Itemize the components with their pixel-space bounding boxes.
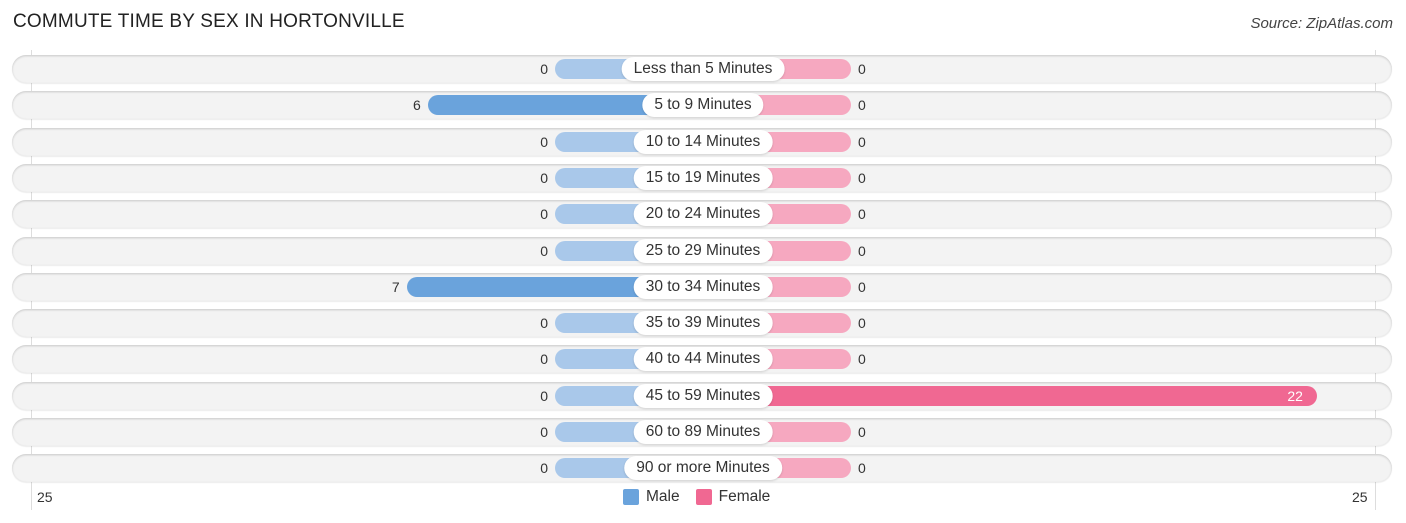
value-label-female: 0 (858, 278, 866, 295)
category-label: 5 to 9 Minutes (642, 93, 764, 118)
category-label: 40 to 44 Minutes (633, 347, 773, 372)
value-label-male: 6 (413, 97, 421, 114)
chart-area: Less than 5 Minutes 0 0 5 to 9 Minutes 6 0 10 … (0, 0, 1406, 523)
legend-label-female: Female (718, 488, 771, 505)
legend-item-male: Male (623, 488, 680, 506)
value-label-male: 0 (540, 387, 548, 404)
value-label-male: 0 (540, 315, 548, 332)
value-label-female: 0 (858, 206, 866, 223)
value-label-female: 0 (858, 242, 866, 259)
category-label: 10 to 14 Minutes (633, 129, 773, 154)
category-label: 90 or more Minutes (624, 456, 782, 481)
category-label: 35 to 39 Minutes (633, 311, 773, 336)
value-label-male: 0 (540, 424, 548, 440)
legend-swatch-female (695, 489, 712, 505)
value-label-male: 7 (391, 278, 400, 295)
category-label: 30 to 34 Minutes (633, 274, 773, 299)
legend-item-female: Female (695, 488, 771, 506)
value-label-female: 22 (1287, 387, 1303, 404)
value-label-male: 0 (540, 133, 548, 150)
value-label-female: 0 (858, 61, 866, 77)
value-label-female: 0 (858, 351, 866, 368)
bar-female (703, 385, 1318, 406)
category-label: 60 to 89 Minutes (633, 420, 773, 444)
value-label-female: 0 (858, 133, 866, 150)
value-label-male: 0 (540, 242, 548, 259)
category-label: 45 to 59 Minutes (633, 383, 773, 408)
value-label-female: 0 (858, 424, 866, 440)
value-label-male: 0 (540, 61, 548, 77)
category-label: 25 to 29 Minutes (633, 238, 773, 263)
category-label: 15 to 19 Minutes (633, 165, 773, 190)
legend-swatch-male (623, 489, 639, 505)
axis-tick-right: 25 (1352, 489, 1368, 505)
value-label-female: 0 (858, 97, 866, 114)
value-label-female: 0 (858, 315, 866, 332)
value-label-male: 0 (540, 169, 548, 186)
legend: Male Female (623, 488, 778, 506)
axis-tick-left: 25 (37, 489, 53, 505)
value-label-female: 0 (858, 460, 866, 477)
value-label-male: 0 (540, 460, 548, 477)
category-label: 20 to 24 Minutes (633, 202, 773, 227)
value-label-male: 0 (540, 206, 548, 223)
value-label-female: 0 (858, 169, 866, 186)
legend-label-male: Male (646, 488, 680, 505)
category-label: Less than 5 Minutes (621, 57, 785, 81)
value-label-male: 0 (540, 351, 548, 368)
